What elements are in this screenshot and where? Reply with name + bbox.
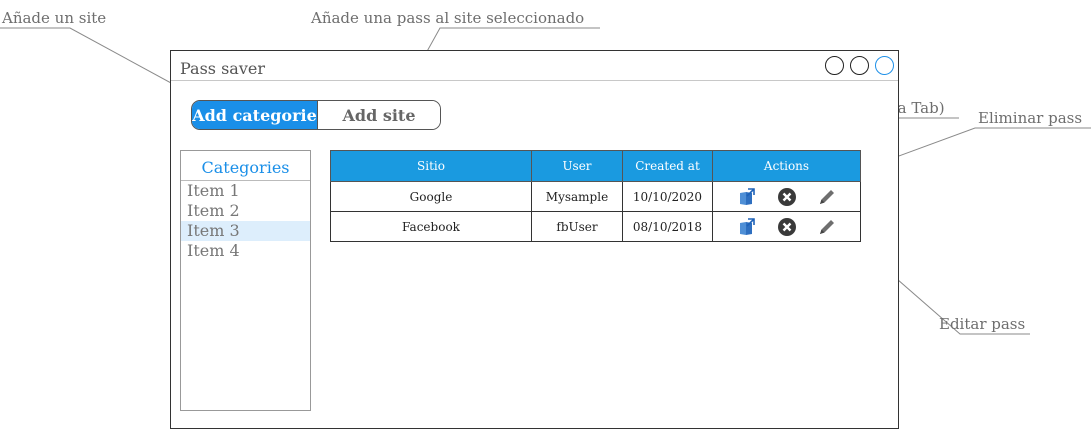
table-row: Google Mysample 10/10/2020 [330, 181, 861, 212]
window-title: Pass saver [180, 59, 265, 78]
window-button-3[interactable] [875, 56, 894, 75]
edit-pencil-icon[interactable] [817, 187, 837, 207]
add-category-button[interactable]: Add categorie [192, 101, 317, 129]
window-button-2[interactable] [850, 56, 869, 75]
sites-table: Sitio User Created at Actions Google Mys… [330, 150, 861, 242]
categories-panel: Categories Item 1 Item 2 Item 3 Item 4 [180, 150, 311, 411]
cell-site: Facebook [330, 211, 532, 242]
cell-site: Google [330, 181, 532, 212]
annotation-add-site: Añade un site [2, 9, 107, 27]
annotation-edit-pass: Editar pass [939, 315, 1026, 333]
column-header-sitio: Sitio [330, 150, 532, 182]
cell-created: 10/10/2020 [622, 181, 713, 212]
window-button-1[interactable] [825, 56, 844, 75]
table-header-row: Sitio User Created at Actions [330, 150, 861, 182]
delete-icon[interactable] [777, 187, 797, 207]
add-site-button[interactable]: Add site [317, 101, 440, 129]
column-header-created: Created at [622, 150, 713, 182]
categories-header: Categories [181, 151, 310, 181]
cell-user: fbUser [531, 211, 623, 242]
annotation-delete-pass: Eliminar pass [978, 109, 1083, 127]
edit-pencil-icon[interactable] [817, 217, 837, 237]
add-segmented-control: Add categorie Add site [191, 100, 441, 130]
title-bar: Pass saver [171, 51, 898, 81]
delete-icon[interactable] [777, 217, 797, 237]
column-header-actions: Actions [712, 150, 861, 182]
category-item[interactable]: Item 2 [181, 201, 310, 221]
cell-user: Mysample [531, 181, 623, 212]
open-url-icon[interactable] [737, 187, 757, 207]
cell-actions [712, 211, 861, 242]
category-item-selected[interactable]: Item 3 [181, 221, 310, 241]
annotation-add-pass: Añade una pass al site seleccionado [311, 9, 585, 27]
category-item[interactable]: Item 1 [181, 181, 310, 201]
category-item[interactable]: Item 4 [181, 241, 310, 261]
table-row: Facebook fbUser 08/10/2018 [330, 211, 861, 242]
column-header-user: User [531, 150, 623, 182]
open-url-icon[interactable] [737, 217, 757, 237]
cell-actions [712, 181, 861, 212]
app-window: Pass saver Add categorie Add site Catego… [170, 50, 899, 429]
cell-created: 08/10/2018 [622, 211, 713, 242]
